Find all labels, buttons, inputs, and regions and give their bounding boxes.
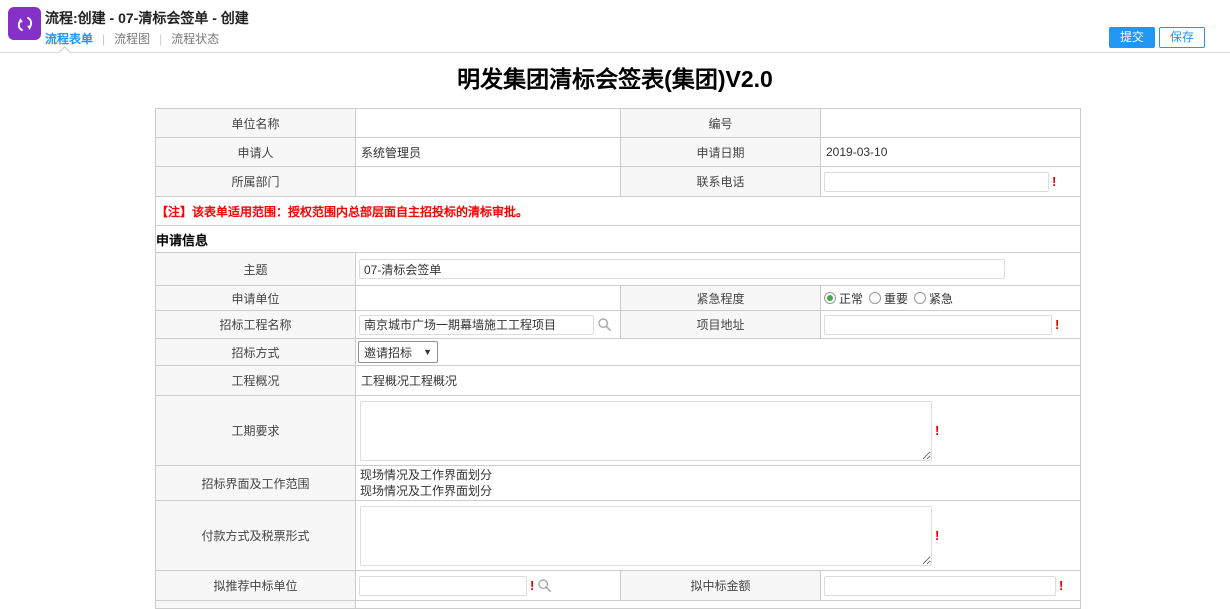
required-marker: ! — [1055, 318, 1059, 331]
recommended-winner-input[interactable] — [359, 576, 527, 596]
required-marker: ! — [935, 529, 939, 542]
urgency-option-urgent[interactable]: 紧急 — [914, 290, 953, 307]
field-label-recommended-winner: 拟推荐中标单位 — [156, 571, 356, 601]
search-icon[interactable] — [537, 578, 552, 593]
bid-method-select[interactable]: 邀请招标 ▼ — [358, 341, 438, 363]
workflow-sync-icon — [8, 7, 41, 40]
payment-tax-form-textarea[interactable] — [360, 506, 932, 566]
active-tab-notch — [58, 46, 71, 59]
radio-label: 正常 — [839, 290, 863, 307]
save-button[interactable]: 保存 — [1159, 27, 1205, 48]
field-value-apply-date: 2019-03-10 — [821, 138, 1081, 167]
radio-label: 紧急 — [929, 290, 953, 307]
tab-process-diagram[interactable]: 流程图 — [114, 30, 150, 47]
tab-separator: | — [102, 32, 105, 46]
page-title: 流程:创建 - 07-清标会签单 - 创建 — [45, 8, 249, 28]
field-value-department — [356, 167, 621, 197]
field-label-department: 所属部门 — [156, 167, 356, 197]
field-label-apply-date: 申请日期 — [621, 138, 821, 167]
field-label-project-overview: 工程概况 — [156, 366, 356, 396]
field-label-contact-phone: 联系电话 — [621, 167, 821, 197]
field-label-payment-tax-form: 付款方式及税票形式 — [156, 501, 356, 571]
required-marker: ! — [1059, 579, 1063, 592]
field-label-apply-unit: 申请单位 — [156, 286, 356, 311]
bid-method-selected-value: 邀请招标 — [364, 344, 412, 361]
radio-selected-icon — [824, 292, 836, 304]
section-title-apply-info: 申请信息 — [156, 226, 1081, 253]
tab-process-status[interactable]: 流程状态 — [171, 30, 219, 47]
header-actions: 提交 保存 — [1109, 27, 1205, 48]
field-value-apply-unit — [356, 286, 621, 311]
field-value-doc-number — [821, 109, 1081, 138]
field-label-applicant: 申请人 — [156, 138, 356, 167]
urgency-option-important[interactable]: 重要 — [869, 290, 908, 307]
radio-icon — [914, 292, 926, 304]
field-label-duration-requirement: 工期要求 — [156, 396, 356, 466]
field-label-project-address: 项目地址 — [621, 311, 821, 339]
radio-label: 重要 — [884, 290, 908, 307]
radio-icon — [869, 292, 881, 304]
header-bar: 流程:创建 - 07-清标会签单 - 创建 流程表单 | 流程图 | 流程状态 … — [0, 0, 1230, 53]
field-label-urgency: 紧急程度 — [621, 286, 821, 311]
field-value-project-overview: 工程概况工程概况 — [356, 366, 1081, 396]
search-icon[interactable] — [597, 317, 612, 332]
field-label-bid-method: 招标方式 — [156, 339, 356, 366]
field-value-bid-interface-scope: 现场情况及工作界面划分 现场情况及工作界面划分 — [356, 466, 1080, 500]
estimated-amount-input[interactable] — [824, 576, 1056, 596]
project-address-input[interactable] — [824, 315, 1052, 335]
field-label-estimated-amount: 拟中标金额 — [621, 571, 821, 601]
tab-process-form[interactable]: 流程表单 — [45, 30, 93, 47]
field-label-subject: 主题 — [156, 253, 356, 286]
field-value-applicant: 系统管理员 — [356, 138, 621, 167]
duration-requirement-textarea[interactable] — [360, 401, 932, 461]
required-marker: ! — [935, 424, 939, 437]
field-value-unit-name — [356, 109, 621, 138]
required-marker: ! — [1052, 175, 1056, 188]
submit-button[interactable]: 提交 — [1109, 27, 1155, 48]
tab-bar: 流程表单 | 流程图 | 流程状态 — [45, 30, 219, 47]
field-label-unit-name: 单位名称 — [156, 109, 356, 138]
project-name-input[interactable] — [359, 315, 594, 335]
chevron-down-icon: ▼ — [423, 347, 432, 357]
form-note: 【注】该表单适用范围：授权范围内总部层面自主招投标的清标审批。 — [156, 197, 1081, 226]
clipped-row-label-cell — [156, 601, 356, 609]
required-marker: ! — [530, 579, 534, 592]
tab-separator: | — [159, 32, 162, 46]
subject-input[interactable] — [359, 259, 1005, 279]
contact-phone-input[interactable] — [824, 172, 1049, 192]
field-label-project-name: 招标工程名称 — [156, 311, 356, 339]
clipped-row-value-cell — [356, 601, 1081, 609]
form-table: 单位名称 编号 申请人 系统管理员 申请日期 2019-03-10 所属部门 联… — [155, 108, 1081, 609]
field-label-doc-number: 编号 — [621, 109, 821, 138]
form-title: 明发集团清标会签表(集团)V2.0 — [0, 60, 1230, 94]
field-label-bid-interface-scope: 招标界面及工作范围 — [156, 466, 356, 501]
urgency-option-normal[interactable]: 正常 — [824, 290, 863, 307]
urgency-radio-group: 正常 重要 紧急 — [821, 290, 1080, 307]
